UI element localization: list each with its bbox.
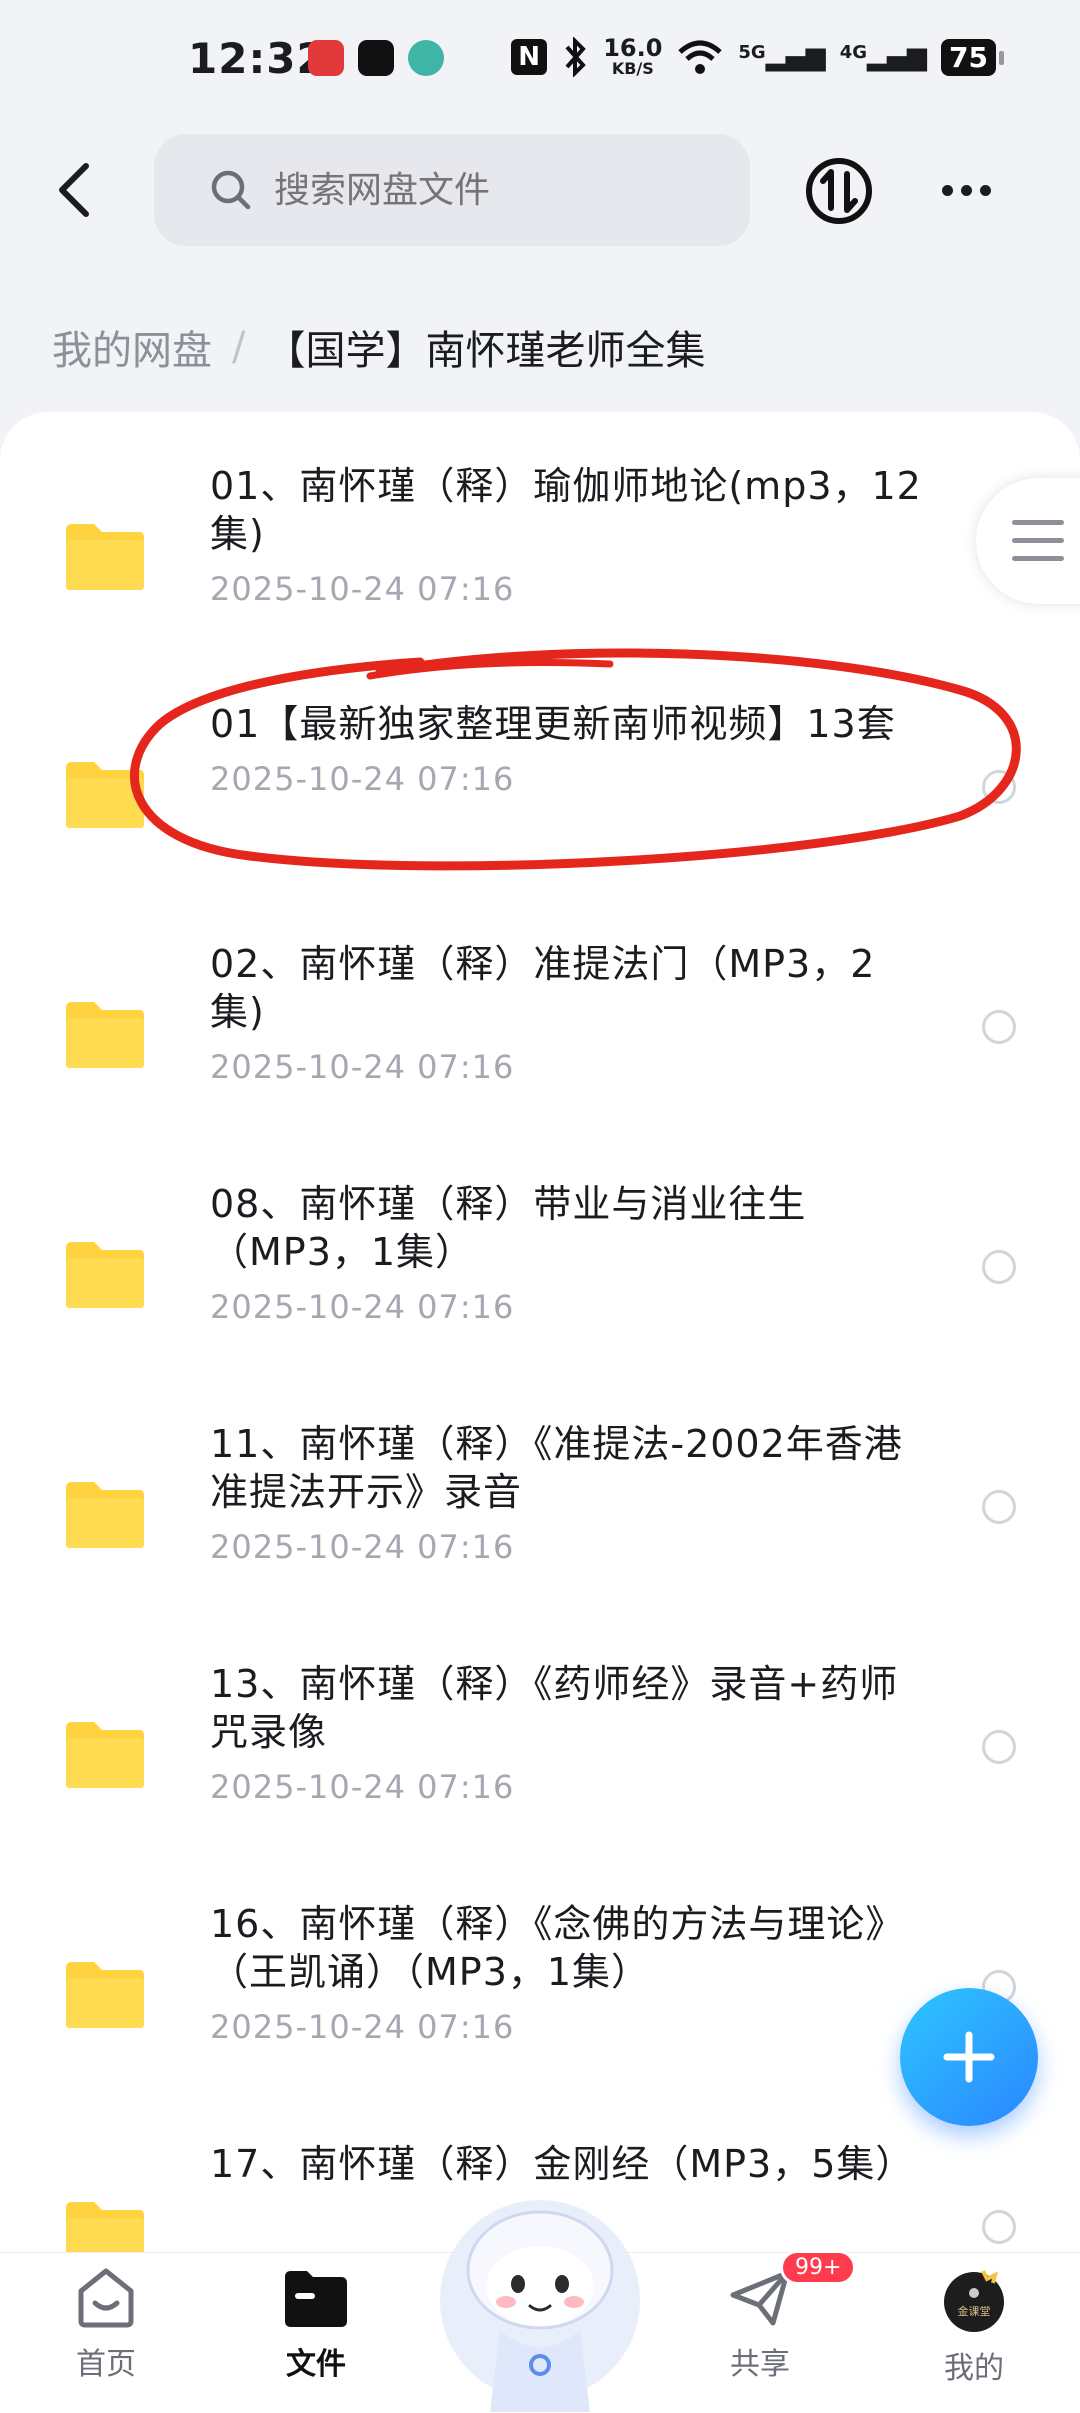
- tab-mine[interactable]: 金课堂 我的: [904, 2265, 1044, 2387]
- file-name: 01【最新独家整理更新南师视频】13套: [210, 702, 896, 746]
- folder-icon: [66, 1002, 144, 1068]
- file-row[interactable]: 02、南怀瑾（释）准提法门（MP3，2集) 2025-10-24 07:16: [0, 938, 1080, 1176]
- menu-line-icon: [1012, 538, 1064, 543]
- breadcrumb-current: 【国学】南怀瑾老师全集: [265, 328, 706, 374]
- file-date: 2025-10-24 07:16: [210, 1528, 515, 1566]
- search-icon: [211, 170, 251, 210]
- share-notification-badge: 99+: [780, 2250, 857, 2285]
- net-speed-unit: KB/S: [611, 59, 654, 78]
- tiktok-app-icon: [358, 40, 394, 76]
- signal-4g: 4G▂▄▆: [839, 42, 928, 72]
- add-button[interactable]: [900, 1988, 1038, 2126]
- file-row[interactable]: 11、南怀瑾（释）《准提法-2002年香港准提法开示》录音 2025-10-24…: [0, 1418, 1080, 1656]
- file-name: 02、南怀瑾（释）准提法门（MP3，2集): [210, 942, 876, 1034]
- file-name: 17、南怀瑾（释）金刚经（MP3，5集）: [210, 2142, 915, 2186]
- file-date: 2025-10-24 07:16: [210, 570, 515, 608]
- file-name: 08、南怀瑾（释）带业与消业往生（MP3，1集）: [210, 1182, 807, 1274]
- select-radio[interactable]: [982, 2210, 1016, 2244]
- more-dot-icon: [979, 184, 991, 196]
- menu-line-icon: [1012, 520, 1064, 525]
- file-text: 02、南怀瑾（释）准提法门（MP3，2集) 2025-10-24 07:16: [210, 940, 930, 1086]
- signal-5g: 5G▂▄▆: [738, 42, 826, 72]
- tab-share-label: 共享: [730, 2347, 790, 2382]
- home-face-icon: [78, 2268, 134, 2328]
- tab-mine-label: 我的: [944, 2351, 1004, 2386]
- file-date: 2025-10-24 07:16: [210, 1048, 515, 1086]
- folder-icon: [66, 1482, 144, 1548]
- folder-icon: [66, 1962, 144, 2028]
- file-row[interactable]: 01、南怀瑾（释）瑜伽师地论(mp3，12集) 2025-10-24 07:16: [0, 460, 1080, 698]
- file-list: 01、南怀瑾（释）瑜伽师地论(mp3，12集) 2025-10-24 07:16…: [0, 412, 1080, 2252]
- folder-icon: [66, 762, 144, 828]
- folder-icon: [66, 524, 144, 590]
- file-date: 2025-10-24 07:16: [210, 1288, 515, 1326]
- file-text: 01、南怀瑾（释）瑜伽师地论(mp3，12集) 2025-10-24 07:16: [210, 462, 930, 608]
- avatar-icon: 金课堂: [944, 2270, 1004, 2332]
- breadcrumb-root[interactable]: 我的网盘: [52, 318, 212, 376]
- file-name: 16、南怀瑾（释）《念佛的方法与理论》（王凯诵）（MP3，1集）: [210, 1902, 905, 1994]
- select-radio[interactable]: [982, 1010, 1016, 1044]
- folder-icon: [66, 1242, 144, 1308]
- chevron-left-icon: [59, 163, 89, 217]
- file-name: 11、南怀瑾（释）《准提法-2002年香港准提法开示》录音: [210, 1422, 903, 1514]
- plus-icon: [943, 2031, 995, 2083]
- more-dot-icon: [960, 184, 972, 196]
- file-row[interactable]: 08、南怀瑾（释）带业与消业往生（MP3，1集） 2025-10-24 07:1…: [0, 1178, 1080, 1416]
- select-radio[interactable]: [982, 1490, 1016, 1524]
- battery-indicator: 75: [941, 38, 1004, 76]
- nfc-icon: N: [511, 39, 548, 75]
- file-text: 11、南怀瑾（释）《准提法-2002年香港准提法开示》录音 2025-10-24…: [210, 1420, 930, 1566]
- breadcrumb: 我的网盘 / 【国学】南怀瑾老师全集: [52, 318, 705, 376]
- file-date: 2025-10-24 07:16: [210, 1768, 515, 1806]
- status-bar: 12:32 N 16.0 KB/S 5G▂▄▆ 4G▂▄▆ 75: [0, 0, 1080, 120]
- file-text: 13、南怀瑾（释）《药师经》录音+药师咒录像 2025-10-24 07:16: [210, 1660, 930, 1806]
- status-right-group: N 16.0 KB/S 5G▂▄▆ 4G▂▄▆ 75: [511, 36, 1004, 78]
- wifi-icon: [678, 40, 723, 74]
- tab-files[interactable]: 文件: [246, 2265, 386, 2383]
- folder-filled-icon: [285, 2271, 347, 2327]
- net-speed-value: 16.0: [603, 34, 663, 62]
- file-name: 13、南怀瑾（释）《药师经》录音+药师咒录像: [210, 1662, 899, 1754]
- back-button[interactable]: [44, 160, 104, 220]
- tab-home[interactable]: 首页: [36, 2265, 176, 2383]
- folder-icon: [66, 1722, 144, 1788]
- breadcrumb-separator: /: [232, 324, 246, 370]
- mascot-assistant-icon[interactable]: [430, 2190, 650, 2412]
- status-time: 12:32: [188, 34, 327, 83]
- file-text: 08、南怀瑾（释）带业与消业往生（MP3，1集） 2025-10-24 07:1…: [210, 1180, 930, 1326]
- more-menu-button[interactable]: [936, 160, 996, 220]
- tab-files-label: 文件: [286, 2347, 346, 2382]
- china-mobile-icon: [408, 40, 444, 76]
- net-speed: 16.0 KB/S: [603, 36, 662, 78]
- select-radio[interactable]: [982, 1730, 1016, 1764]
- select-radio[interactable]: [982, 1250, 1016, 1284]
- file-row[interactable]: 13、南怀瑾（释）《药师经》录音+药师咒录像 2025-10-24 07:16: [0, 1658, 1080, 1896]
- file-date: 2025-10-24 07:16: [210, 760, 515, 798]
- tab-home-label: 首页: [76, 2347, 136, 2382]
- search-input[interactable]: [272, 168, 716, 212]
- search-bar[interactable]: [154, 134, 750, 246]
- folder-icon: [66, 2202, 144, 2252]
- transfer-sync-icon[interactable]: [804, 156, 874, 226]
- file-text: 16、南怀瑾（释）《念佛的方法与理论》（王凯诵）（MP3，1集） 2025-10…: [210, 1900, 930, 2046]
- select-radio[interactable]: [982, 770, 1016, 804]
- avatar-text: 金课堂: [958, 2304, 991, 2318]
- bluetooth-icon: [565, 37, 586, 77]
- file-date: 2025-10-24 07:16: [210, 2008, 515, 2046]
- menu-line-icon: [1012, 556, 1064, 561]
- file-row[interactable]: 01【最新独家整理更新南师视频】13套 2025-10-24 07:16: [0, 698, 1080, 936]
- file-text: 01【最新独家整理更新南师视频】13套 2025-10-24 07:16: [210, 700, 930, 798]
- file-name: 01、南怀瑾（释）瑜伽师地论(mp3，12集): [210, 464, 922, 556]
- more-dot-icon: [941, 184, 953, 196]
- metro-app-icon: [308, 40, 344, 76]
